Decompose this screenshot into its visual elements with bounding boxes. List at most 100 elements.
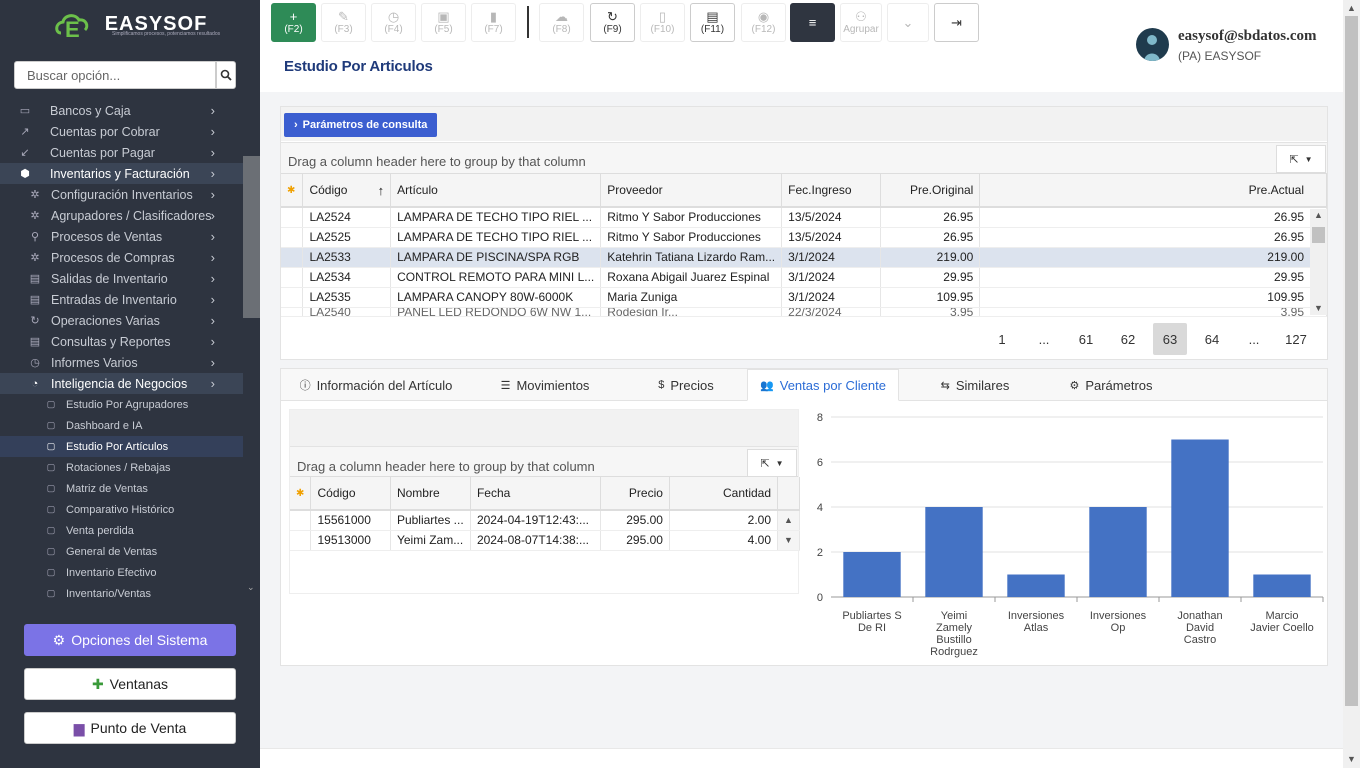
pager-item[interactable]: 1 <box>985 323 1019 355</box>
sidebar-item-11[interactable]: ▤ Consultas y Reportes › <box>0 331 243 352</box>
table-row[interactable]: LA2534 CONTROL REMOTO PARA MINI L... Roxan… <box>281 267 1327 288</box>
pager-item[interactable]: 62 <box>1111 323 1145 355</box>
sidebar-item-6[interactable]: ⚲ Procesos de Ventas › <box>0 226 243 247</box>
sidebar-item-8[interactable]: ▤ Salidas de Inventario › <box>0 268 243 289</box>
chevron-down-icon[interactable]: ▼ <box>1314 303 1323 313</box>
toolbar-button-10[interactable]: ≡ <box>790 3 835 42</box>
toolbar-button-5[interactable]: ☁ (F8) <box>539 3 584 42</box>
sidebar-item-2[interactable]: ↙ Cuentas por Pagar › <box>0 142 243 163</box>
sidebar-item-19[interactable]: ▢ Comparativo Histórico <box>0 499 243 520</box>
toolbar-button-9[interactable]: ◉ (F12) <box>741 3 786 42</box>
table-row[interactable]: LA2540 PANEL LED REDONDO 6W NW 1... Rodesi… <box>281 307 1327 317</box>
table-row[interactable]: LA2533 LAMPARA DE PISCINA/SPA RGB Katehrin… <box>281 247 1327 268</box>
pager-item[interactable]: 64 <box>1195 323 1229 355</box>
col-header-pre-original[interactable]: Pre.Original <box>880 174 981 207</box>
toolbar-button-7[interactable]: ▯ (F10) <box>640 3 685 42</box>
sidebar-item-22[interactable]: ▢ Inventario Efectivo <box>0 562 243 583</box>
pager-item[interactable]: 61 <box>1069 323 1103 355</box>
toolbar-button-0[interactable]: + (F2) <box>271 3 316 42</box>
col-header-codigo[interactable]: Código ↑ <box>302 174 392 207</box>
toolbar-button-4[interactable]: ▮ (F7) <box>471 3 516 42</box>
table-row[interactable]: 19513000 Yeimi Zam... 2024-08-07T14:38:...… <box>290 530 800 551</box>
sidebar-item-4[interactable]: ✲ Configuración Inventarios › <box>0 184 243 205</box>
toolbar-button-8[interactable]: ▤ (F11) <box>690 3 735 42</box>
sidebar-item-5[interactable]: ✲ Agrupadores / Clasificadores › <box>0 205 243 226</box>
sidebar-item-15[interactable]: ▢ Dashboard e IA <box>0 415 243 436</box>
scroll-down-icon[interactable]: ⌄ <box>247 582 255 593</box>
toolbar-button-11[interactable]: ⚇ Agrupar <box>840 3 882 42</box>
sidebar-scroll-thumb[interactable] <box>243 156 260 318</box>
tab-5[interactable]: ⚙ Parámetros <box>1051 369 1171 401</box>
toolbar-button-13[interactable]: ⇥ <box>934 3 979 42</box>
sidebar-item-13[interactable]: ◔ Inteligencia de Negocios › <box>0 373 243 394</box>
page-scrollbar[interactable]: ▲ ▼ <box>1343 0 1360 768</box>
sub-col-cantidad[interactable]: Cantidad <box>669 477 779 510</box>
sidebar-item-1[interactable]: ↗ Cuentas por Cobrar › <box>0 121 243 142</box>
pager-item[interactable]: 127 <box>1279 323 1313 355</box>
toolbar-button-6[interactable]: ↻ (F9) <box>590 3 635 42</box>
sidebar-item-14[interactable]: ▢ Estudio Por Agrupadores <box>0 394 243 415</box>
sidebar-item-16[interactable]: ▢ Estudio Por Artículos <box>0 436 243 457</box>
sidebar-item-7[interactable]: ✲ Procesos de Compras › <box>0 247 243 268</box>
table-cell: Ritmo Y Sabor Producciones <box>600 207 783 228</box>
sidebar-item-3[interactable]: ⬢ Inventarios y Facturación › <box>0 163 243 184</box>
col-header-articulo[interactable]: Artículo <box>390 174 602 207</box>
col-header-pre-actual[interactable]: Pre.Actual <box>979 174 1327 207</box>
sidebar-item-20[interactable]: ▢ Venta perdida <box>0 520 243 541</box>
group-panel[interactable]: Drag a column header here to group by th… <box>281 142 1327 174</box>
table-row[interactable]: LA2535 LAMPARA CANOPY 80W-6000K Maria Zuni… <box>281 287 1327 308</box>
tab-2[interactable]: $ Precios <box>625 369 747 401</box>
grid-scrollbar[interactable]: ▲ ▼ <box>1310 209 1327 315</box>
opciones-sistema-button[interactable]: ⚙ Opciones del Sistema <box>24 624 236 656</box>
tab-1[interactable]: ☰ Movimientos <box>475 369 615 401</box>
scroll-up-icon[interactable]: ▲ <box>1347 3 1356 13</box>
tab-3[interactable]: 👥 Ventas por Cliente <box>747 369 899 401</box>
table-row[interactable]: LA2525 LAMPARA DE TECHO TIPO RIEL ... Ritm… <box>281 227 1327 248</box>
sidebar-item-23[interactable]: ▢ Inventario/Ventas <box>0 583 243 600</box>
toolbar-button-1[interactable]: ✎ (F3) <box>321 3 366 42</box>
table-row[interactable]: LA2524 LAMPARA DE TECHO TIPO RIEL ... Ritm… <box>281 207 1327 228</box>
grid-scroll-thumb[interactable] <box>1312 227 1325 243</box>
sidebar-item-18[interactable]: ▢ Matriz de Ventas <box>0 478 243 499</box>
toolbar-button-12[interactable]: ⌄ <box>887 3 929 42</box>
toolbar-button-3[interactable]: ▣ (F5) <box>421 3 466 42</box>
search-button[interactable] <box>216 61 236 89</box>
sub-col-nombre[interactable]: Nombre <box>390 477 471 510</box>
toolbar-icon: ▤ <box>706 9 719 24</box>
export-button[interactable]: ⇱ ▼ <box>1276 145 1326 173</box>
page-scroll-thumb[interactable] <box>1345 16 1358 706</box>
sidebar-item-12[interactable]: ◷ Informes Varios › <box>0 352 243 373</box>
grid-header: ✱ Código ↑ Artículo Proveedor Fec.Ingreso… <box>281 174 1327 207</box>
table-row[interactable]: 15561000 Publiartes ... 2024-04-19T12:43:.… <box>290 510 800 531</box>
toolbar-button-2[interactable]: ◷ (F4) <box>371 3 416 42</box>
sidebar-item-10[interactable]: ↻ Operaciones Varias › <box>0 310 243 331</box>
sub-group-panel[interactable]: Drag a column header here to group by th… <box>290 446 798 477</box>
col-header-fec-ingreso[interactable]: Fec.Ingreso <box>781 174 882 207</box>
chevron-up-icon[interactable]: ▲ <box>1314 210 1323 220</box>
sidebar-item-17[interactable]: ▢ Rotaciones / Rebajas <box>0 457 243 478</box>
sidebar-item-0[interactable]: ▭ Bancos y Caja › <box>0 100 243 121</box>
sidebar-scrollbar[interactable]: ⌄ <box>243 100 260 600</box>
search-input[interactable] <box>14 61 216 89</box>
sub-export-button[interactable]: ⇱ ▼ <box>747 449 797 477</box>
punto-venta-button[interactable]: ▆ Punto de Venta <box>24 712 236 744</box>
chevron-up-icon[interactable]: ▲ <box>777 510 800 531</box>
table-cell: Ritmo Y Sabor Producciones <box>600 227 783 248</box>
sub-col-codigo[interactable]: Código <box>310 477 391 510</box>
sub-col-fecha[interactable]: Fecha <box>470 477 601 510</box>
col-header-proveedor[interactable]: Proveedor <box>600 174 783 207</box>
sidebar-item-9[interactable]: ▤ Entradas de Inventario › <box>0 289 243 310</box>
avatar[interactable] <box>1136 28 1169 61</box>
pager-item[interactable]: 63 <box>1153 323 1187 355</box>
params-toggle-button[interactable]: › Parámetros de consulta <box>284 113 438 137</box>
sidebar-item-21[interactable]: ▢ General de Ventas <box>0 541 243 562</box>
sub-col-precio[interactable]: Precio <box>600 477 670 510</box>
chevron-down-icon[interactable]: ▼ <box>777 530 800 551</box>
tab-0[interactable]: ⓘ Información del Artículo <box>281 369 471 401</box>
sidebar-item-label: Informes Varios <box>51 355 138 370</box>
table-cell: LAMPARA DE PISCINA/SPA RGB <box>390 247 602 268</box>
ventanas-button[interactable]: ✚ Ventanas <box>24 668 236 700</box>
table-cell: 109.95 <box>979 287 1327 308</box>
scroll-down-icon[interactable]: ▼ <box>1347 754 1356 764</box>
tab-4[interactable]: ⇆ Similares <box>899 369 1051 401</box>
